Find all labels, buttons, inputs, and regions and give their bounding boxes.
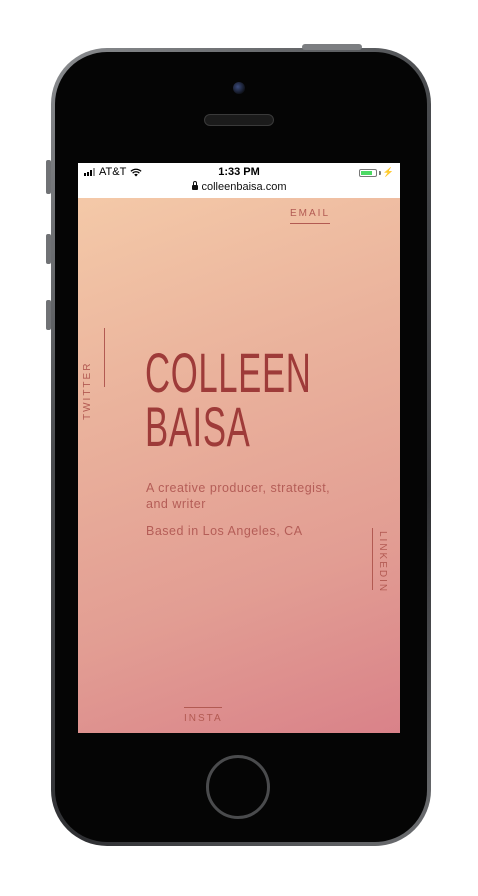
battery-icon	[358, 168, 377, 177]
linkedin-link[interactable]: LINKEDIN	[377, 531, 388, 593]
home-button[interactable]	[206, 755, 270, 819]
url-text: colleenbaisa.com	[201, 181, 287, 193]
title-first-name: COLLEEN	[145, 341, 312, 404]
insta-overline	[184, 707, 222, 708]
email-link[interactable]: EMAIL	[290, 208, 330, 219]
volume-down-button	[46, 300, 51, 330]
battery-nub	[378, 170, 381, 175]
address-bar[interactable]: colleenbaisa.com	[78, 181, 400, 198]
insta-link[interactable]: INSTA	[184, 713, 223, 724]
charging-bolt-icon: ⚡	[382, 167, 394, 177]
status-time: 1:33 PM	[218, 166, 260, 178]
power-button	[302, 44, 362, 50]
mute-switch	[46, 160, 51, 194]
phone-screen: AT&T 1:33 PM ⚡ colleenbaisa.com EMAIL TW…	[78, 163, 400, 733]
battery-indicator: ⚡	[358, 167, 394, 178]
twitter-link[interactable]: TWITTER	[82, 362, 93, 420]
front-camera	[233, 82, 245, 94]
status-bar: AT&T 1:33 PM ⚡	[78, 163, 400, 182]
title-last-name: BAISA	[145, 395, 251, 458]
earpiece-speaker	[204, 114, 274, 126]
site-title: COLLEEN BAISA	[145, 341, 312, 458]
volume-up-button	[46, 234, 51, 264]
tagline: A creative producer, strategist, and wri…	[146, 481, 331, 511]
location-text: Based in Los Angeles, CA	[146, 524, 303, 538]
twitter-divider	[104, 328, 105, 387]
website-content: EMAIL TWITTER LINKEDIN COLLEEN BAISA A c…	[78, 198, 400, 733]
email-underline	[290, 223, 330, 224]
linkedin-divider	[372, 528, 373, 590]
lock-icon	[191, 181, 198, 190]
